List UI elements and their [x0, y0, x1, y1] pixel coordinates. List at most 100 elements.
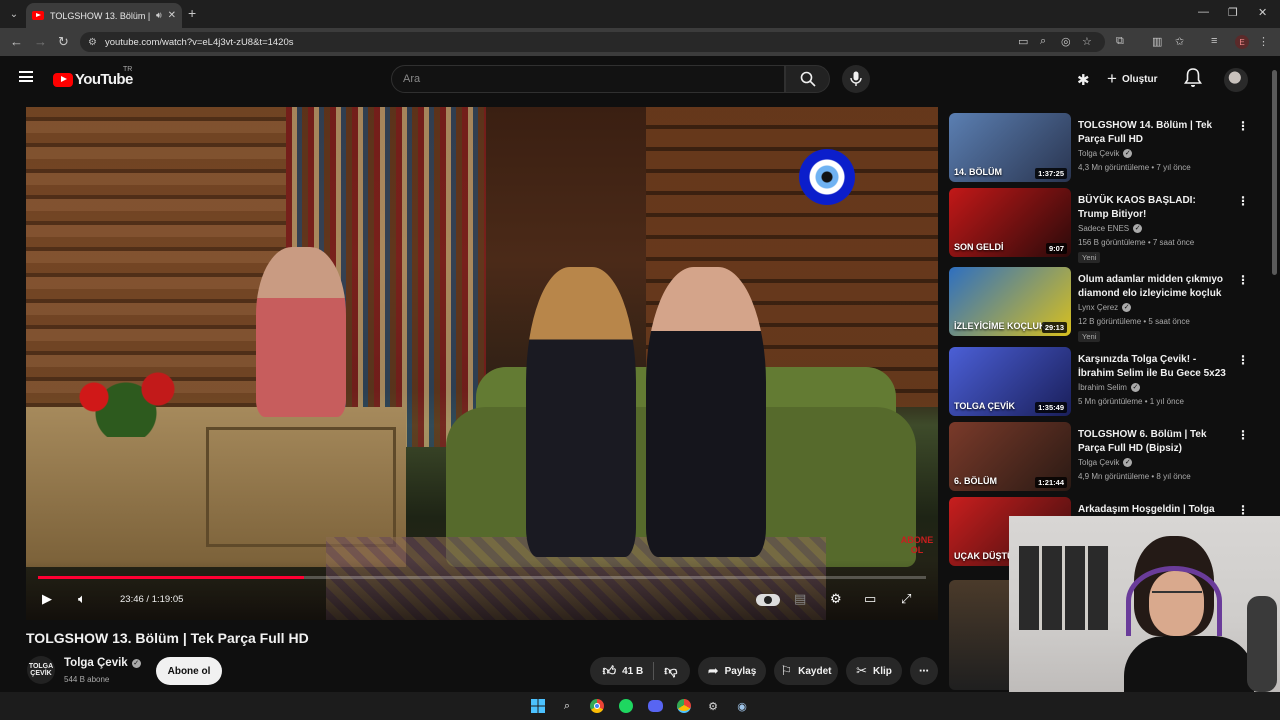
chrome-icon[interactable]	[588, 697, 606, 715]
hamburger-menu-icon[interactable]	[19, 71, 33, 82]
speaker-icon[interactable]: 🔊︎	[156, 10, 162, 21]
browser-tab[interactable]: TOLGSHOW 13. Bölüm | Tek 🔊︎ ✕	[26, 3, 182, 28]
channel-avatar[interactable]: TOLGA ÇEVİK	[27, 656, 55, 684]
video-frame-desk-panel	[206, 427, 396, 547]
favorites-icon[interactable]: ✩	[1175, 35, 1184, 48]
duration-badge: 9:07	[1045, 243, 1067, 254]
settings-app-icon[interactable]: ⚙︎	[704, 697, 722, 715]
recommendation-channel[interactable]: Tolga Çevik ✓	[1078, 458, 1133, 467]
recommendation-title[interactable]: Arkadaşım Hoşgeldin | Tolga	[1078, 503, 1228, 517]
recommendation-channel[interactable]: Sadece ENES ✓	[1078, 224, 1143, 233]
eye-off-icon[interactable]: ◎	[1061, 35, 1071, 48]
chrome-profile-icon[interactable]	[675, 697, 693, 715]
account-avatar[interactable]	[1224, 68, 1248, 92]
page-scrollbar[interactable]	[1272, 70, 1277, 275]
more-vertical-icon[interactable]: ⋮	[1237, 353, 1249, 367]
zoom-icon[interactable]: ⌕	[1040, 35, 1046, 48]
cast-icon[interactable]: ▭	[1018, 35, 1028, 48]
extensions-icon[interactable]: ⧉	[1116, 35, 1124, 48]
more-vertical-icon[interactable]: ⋮	[1237, 428, 1249, 442]
close-window-icon[interactable]: ✕	[1258, 6, 1267, 19]
autoplay-toggle[interactable]	[756, 594, 780, 606]
recommendation-title[interactable]: BÜYÜK KAOS BAŞLADI: Trump Bitiyor!	[1078, 194, 1228, 222]
new-tab-icon[interactable]: +	[188, 5, 196, 21]
forward-icon[interactable]: →	[34, 34, 47, 49]
notifications-button[interactable]	[1184, 68, 1202, 93]
channel-name[interactable]: Tolga Çevik ✓	[64, 657, 141, 669]
recommendation-thumbnail[interactable]: 6. BÖLÜM 1:21:44	[949, 422, 1071, 491]
discord-icon[interactable]	[646, 697, 664, 715]
tab-search-icon[interactable]: ⌄	[6, 6, 22, 22]
divider	[653, 662, 655, 680]
voice-search-button[interactable]	[842, 65, 870, 93]
reload-icon[interactable]: ↻	[58, 34, 69, 50]
thumbs-down-icon[interactable]: 👎︎	[664, 663, 677, 679]
progress-bar[interactable]	[38, 576, 926, 579]
share-button[interactable]: ➦ Paylaş	[698, 657, 766, 685]
streamer-shirt	[1124, 636, 1254, 692]
recommendation-meta: 4,3 Mn görüntüleme • 7 yıl önce	[1078, 163, 1191, 172]
more-vertical-icon[interactable]: ⋮	[1237, 119, 1249, 133]
recommendation-title[interactable]: TOLGSHOW 6. Bölüm | Tek Parça Full HD (B…	[1078, 428, 1228, 456]
media-icon[interactable]: ≡	[1211, 35, 1217, 47]
bookmark-star-icon[interactable]: ☆	[1082, 35, 1092, 48]
more-vertical-icon[interactable]: ⋮	[1237, 194, 1249, 208]
volume-icon[interactable]: 🔈︎	[78, 591, 86, 607]
recommendation-thumbnail[interactable]: TOLGA ÇEVİK 1:35:49	[949, 347, 1071, 416]
recommendation-channel[interactable]: Lynx Çerez ✓	[1078, 303, 1132, 312]
play-icon[interactable]: ▶	[42, 591, 52, 607]
recommendation-item[interactable]: 6. BÖLÜM 1:21:44 TOLGSHOW 6. Bölüm | Tek P…	[949, 422, 1249, 496]
recommendation-title[interactable]: Karşınızda Tolga Çevik! - İbrahim Selim …	[1078, 353, 1228, 381]
menu-icon[interactable]: ⋮	[1258, 35, 1269, 48]
windows-start-icon[interactable]	[529, 697, 547, 715]
recommendation-title[interactable]: TOLGSHOW 14. Bölüm | Tek Parça Full HD	[1078, 119, 1228, 147]
more-actions-button[interactable]: ⋯	[910, 657, 938, 685]
save-button[interactable]: ⚐ Kaydet	[774, 657, 838, 685]
recommendation-item[interactable]: SON GELDİ 9:07 BÜYÜK KAOS BAŞLADI: Trump B…	[949, 188, 1249, 263]
recommendation-channel[interactable]: İbrahim Selim ✓	[1078, 383, 1140, 392]
minimize-icon[interactable]: —	[1198, 6, 1209, 18]
youtube-logo[interactable]: YouTube TR	[53, 66, 133, 88]
recommendation-item[interactable]: TOLGA ÇEVİK 1:35:49 Karşınızda Tolga Çevik…	[949, 347, 1249, 421]
recommendation-item[interactable]: İZLEYİCİME KOÇLUK 29:13 Olum adamlar midde…	[949, 267, 1249, 342]
spotify-icon[interactable]	[617, 697, 635, 715]
search-icon	[800, 71, 816, 87]
video-player[interactable]: ABONE OL ▶ 🔈︎ 23:46 / 1:19:05 ▤ ⚙︎ ▭ ⤢	[26, 107, 938, 620]
fullscreen-icon[interactable]: ⤢	[901, 591, 911, 607]
site-info-icon[interactable]: ⚙︎	[88, 37, 97, 48]
profile-avatar[interactable]: E	[1235, 35, 1249, 49]
recommendation-thumbnail[interactable]: 14. BÖLÜM 1:37:25	[949, 113, 1071, 182]
close-tab-icon[interactable]: ✕	[168, 10, 176, 21]
back-icon[interactable]: ←	[10, 34, 23, 49]
microphone-icon	[850, 71, 862, 86]
clip-label: Klip	[873, 665, 892, 677]
taskbar-search-icon[interactable]: ⌕	[558, 697, 576, 715]
steam-icon[interactable]: ◉	[733, 697, 751, 715]
settings-gear-icon[interactable]: ⚙︎	[830, 591, 842, 607]
theater-mode-icon[interactable]: ▭	[864, 591, 876, 607]
clip-button[interactable]: ✂ Klip	[846, 657, 902, 685]
recommendation-channel[interactable]: Tolga Çevik ✓	[1078, 149, 1133, 158]
search-button[interactable]	[785, 65, 830, 93]
subscribe-button[interactable]: Abone ol	[156, 657, 222, 685]
recommendation-item[interactable]: 14. BÖLÜM 1:37:25 TOLGSHOW 14. Bölüm | Tek…	[949, 113, 1249, 187]
tab-title: TOLGSHOW 13. Bölüm | Tek	[50, 10, 150, 21]
recommendation-thumbnail[interactable]: SON GELDİ 9:07	[949, 188, 1071, 257]
recommendation-thumbnail-partial[interactable]	[949, 580, 1009, 690]
url-field[interactable]: ⚙︎ youtube.com/watch?v=eL4j3vt-zU8&t=142…	[80, 32, 1105, 52]
evil-eye-watermark-icon	[799, 149, 855, 205]
maximize-icon[interactable]: ❐	[1228, 6, 1238, 19]
more-vertical-icon[interactable]: ⋮	[1237, 503, 1249, 517]
bookmark-icon: ⚐	[780, 663, 793, 678]
recommendation-channel-name: İbrahim Selim	[1078, 383, 1127, 392]
recommendation-thumbnail[interactable]: İZLEYİCİME KOÇLUK 29:13	[949, 267, 1071, 336]
like-button[interactable]: 👍︎ 41 B	[603, 663, 644, 679]
recommendation-title[interactable]: Olum adamlar midden çıkmıyo diamond elo …	[1078, 273, 1228, 301]
search-input[interactable]: Ara	[391, 65, 785, 93]
trash-icon[interactable]: ▥	[1152, 35, 1162, 48]
create-button[interactable]: + Oluştur	[1107, 68, 1158, 90]
subtitles-icon[interactable]: ▤	[794, 591, 806, 607]
share-label: Paylaş	[724, 665, 757, 677]
more-vertical-icon[interactable]: ⋮	[1237, 273, 1249, 287]
extension-puzzle-icon[interactable]: ✱	[1077, 71, 1090, 89]
